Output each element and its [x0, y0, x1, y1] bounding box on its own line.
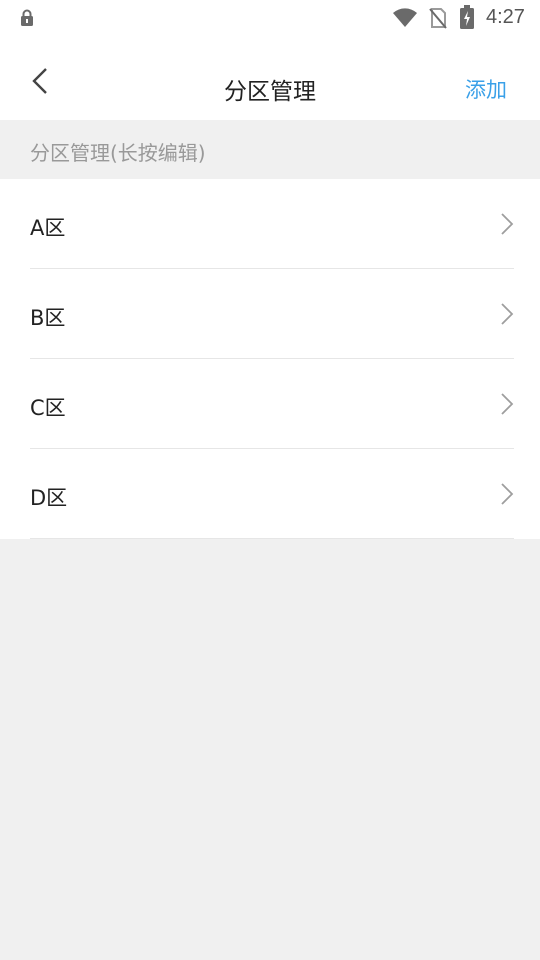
section-header: 分区管理(长按编辑) — [0, 120, 540, 179]
chevron-right-icon — [501, 303, 514, 325]
chevron-right-icon — [501, 393, 514, 415]
zone-item-d[interactable]: D区 — [0, 449, 540, 539]
section-label: 分区管理(长按编辑) — [30, 141, 206, 165]
header: 分区管理 添加 — [0, 36, 540, 120]
chevron-right-icon — [501, 213, 514, 235]
add-button[interactable]: 添加 — [465, 74, 507, 104]
zone-item-b[interactable]: B区 — [0, 269, 540, 359]
status-time: 4:27 — [486, 6, 525, 28]
zone-label: C区 — [30, 396, 66, 420]
divider — [30, 538, 514, 539]
zone-list: A区 B区 C区 D区 — [0, 179, 540, 539]
zone-label: A区 — [30, 216, 66, 240]
zone-label: D区 — [30, 486, 68, 510]
status-bar: 4:27 — [0, 0, 540, 36]
lock-icon — [21, 9, 33, 26]
chevron-right-icon — [501, 483, 514, 505]
wifi-icon — [393, 8, 417, 27]
zone-item-c[interactable]: C区 — [0, 359, 540, 449]
zone-label: B区 — [30, 306, 66, 330]
screen: 4:27 分区管理 添加 分区管理(长按编辑) A区 B区 C区 D区 — [0, 0, 540, 960]
page-title: 分区管理 — [224, 79, 316, 105]
no-sim-icon — [429, 8, 447, 29]
zone-item-a[interactable]: A区 — [0, 179, 540, 269]
battery-charging-icon — [460, 5, 474, 29]
